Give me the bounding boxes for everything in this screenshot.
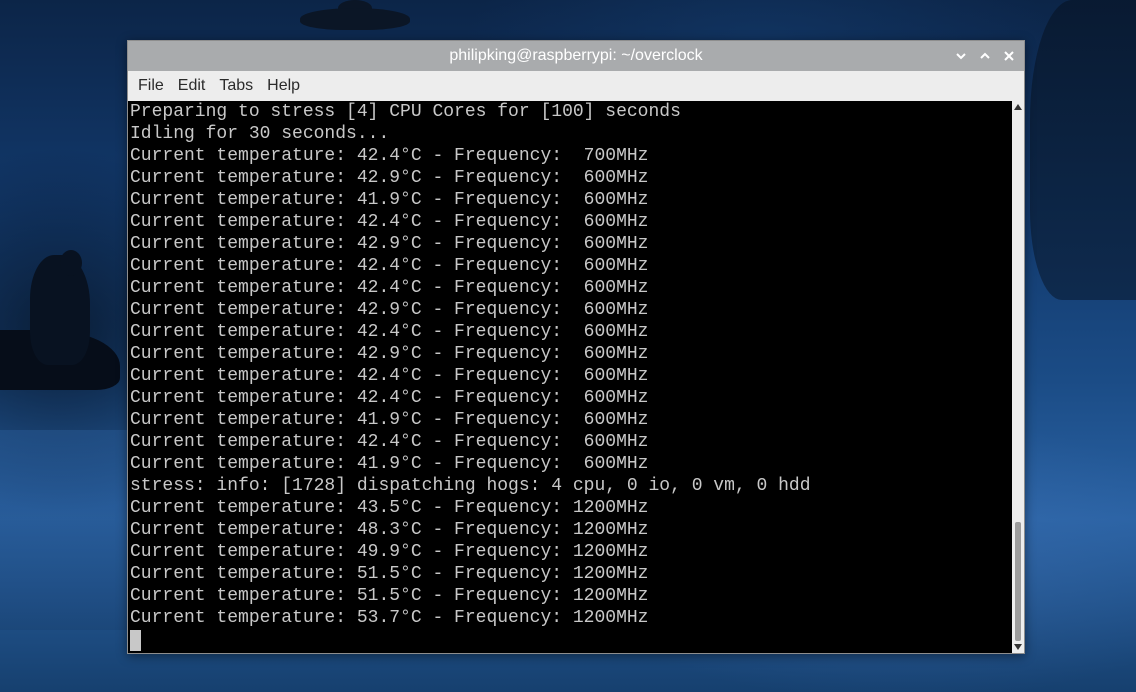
terminal-line: Current temperature: 48.3°C - Frequency:… (130, 520, 649, 540)
terminal-line: Current temperature: 42.4°C - Frequency:… (130, 212, 649, 232)
terminal-line: Current temperature: 49.9°C - Frequency:… (130, 542, 649, 562)
terminal-line: Current temperature: 42.4°C - Frequency:… (130, 278, 649, 298)
scroll-up-button[interactable] (1012, 101, 1024, 113)
terminal-line: Current temperature: 42.9°C - Frequency:… (130, 168, 649, 188)
terminal-output[interactable]: Preparing to stress [4] CPU Cores for [1… (128, 101, 1012, 653)
terminal-line: Preparing to stress [4] CPU Cores for [1… (130, 102, 681, 122)
terminal-line: Current temperature: 42.4°C - Frequency:… (130, 146, 649, 166)
text-cursor (130, 630, 141, 651)
terminal-line: Current temperature: 42.9°C - Frequency:… (130, 344, 649, 364)
terminal-line: Current temperature: 53.7°C - Frequency:… (130, 608, 649, 628)
scroll-down-button[interactable] (1012, 641, 1024, 653)
background-water-reflection (0, 430, 128, 630)
terminal-line: Current temperature: 41.9°C - Frequency:… (130, 454, 649, 474)
terminal-lines: Preparing to stress [4] CPU Cores for [1… (130, 101, 811, 629)
close-button[interactable] (1000, 47, 1018, 65)
terminal-line: Idling for 30 seconds... (130, 124, 390, 144)
scroll-down-arrow-icon (1014, 644, 1022, 650)
title-bar[interactable]: philipking@raspberrypi: ~/overclock (128, 41, 1024, 71)
scroll-thumb[interactable] (1015, 522, 1021, 641)
menu-edit[interactable]: Edit (171, 71, 213, 101)
terminal-line: Current temperature: 42.4°C - Frequency:… (130, 322, 649, 342)
background-cormorant-head (60, 250, 82, 276)
terminal-line: Current temperature: 42.4°C - Frequency:… (130, 388, 649, 408)
minimize-button[interactable] (952, 47, 970, 65)
scroll-track[interactable] (1015, 113, 1021, 641)
scroll-up-arrow-icon (1014, 104, 1022, 110)
chevron-down-icon (956, 53, 966, 60)
menu-tabs[interactable]: Tabs (212, 71, 260, 101)
window-title: philipking@raspberrypi: ~/overclock (449, 47, 703, 64)
chevron-up-icon (980, 52, 990, 59)
terminal-line: Current temperature: 42.9°C - Frequency:… (130, 300, 649, 320)
background-hat-brim (300, 8, 410, 30)
background-cormorant (30, 255, 90, 365)
menu-help[interactable]: Help (260, 71, 307, 101)
terminal-line: Current temperature: 51.5°C - Frequency:… (130, 586, 649, 606)
terminal-window: philipking@raspberrypi: ~/overclock File… (127, 40, 1025, 654)
terminal-line: Current temperature: 42.9°C - Frequency:… (130, 234, 649, 254)
menu-file[interactable]: File (131, 71, 171, 101)
close-icon (1004, 51, 1014, 61)
background-trees (1030, 0, 1136, 300)
terminal-line: Current temperature: 42.4°C - Frequency:… (130, 366, 649, 386)
terminal-line: Current temperature: 51.5°C - Frequency:… (130, 564, 649, 584)
terminal-line: Current temperature: 41.9°C - Frequency:… (130, 190, 649, 210)
vertical-scrollbar[interactable] (1012, 101, 1024, 653)
terminal-line: Current temperature: 43.5°C - Frequency:… (130, 498, 649, 518)
terminal-line: Current temperature: 41.9°C - Frequency:… (130, 410, 649, 430)
window-controls (952, 47, 1018, 65)
terminal-line: Current temperature: 42.4°C - Frequency:… (130, 432, 649, 452)
maximize-button[interactable] (976, 47, 994, 65)
terminal-line: stress: info: [1728] dispatching hogs: 4… (130, 476, 811, 496)
menu-bar: File Edit Tabs Help (128, 71, 1024, 101)
terminal-line: Current temperature: 42.4°C - Frequency:… (130, 256, 649, 276)
